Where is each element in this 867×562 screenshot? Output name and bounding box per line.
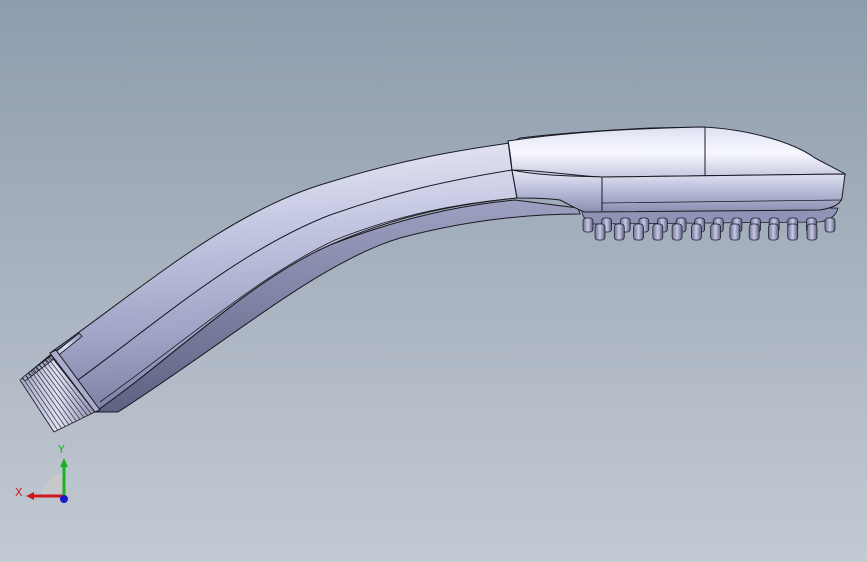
y-axis-arrow <box>60 458 68 467</box>
shower-head-model[interactable] <box>0 0 867 562</box>
spray-nozzle <box>710 223 721 241</box>
triad-plane <box>42 474 64 496</box>
spray-nozzle <box>824 217 836 233</box>
spray-nozzle <box>768 223 779 241</box>
spray-nozzle <box>594 223 606 241</box>
spray-nozzle <box>582 217 594 233</box>
spray-nozzle <box>633 223 644 241</box>
head-top-face <box>507 126 847 178</box>
spray-nozzle <box>671 223 683 241</box>
spray-nozzle <box>806 223 818 241</box>
y-axis-label: Y <box>57 443 65 456</box>
x-axis-label: X <box>15 486 23 499</box>
spray-nozzle <box>652 223 664 241</box>
spray-nozzle <box>787 223 799 241</box>
z-axis-dot <box>60 495 68 503</box>
graphics-viewport[interactable]: X Y <box>0 0 867 562</box>
spray-nozzle <box>729 223 741 241</box>
spray-nozzle <box>691 223 702 241</box>
coordinate-triad: X Y <box>15 443 68 503</box>
x-axis-arrow <box>26 492 34 500</box>
spray-nozzle <box>613 223 625 241</box>
spray-nozzles <box>581 207 839 241</box>
spray-nozzle <box>748 223 760 241</box>
